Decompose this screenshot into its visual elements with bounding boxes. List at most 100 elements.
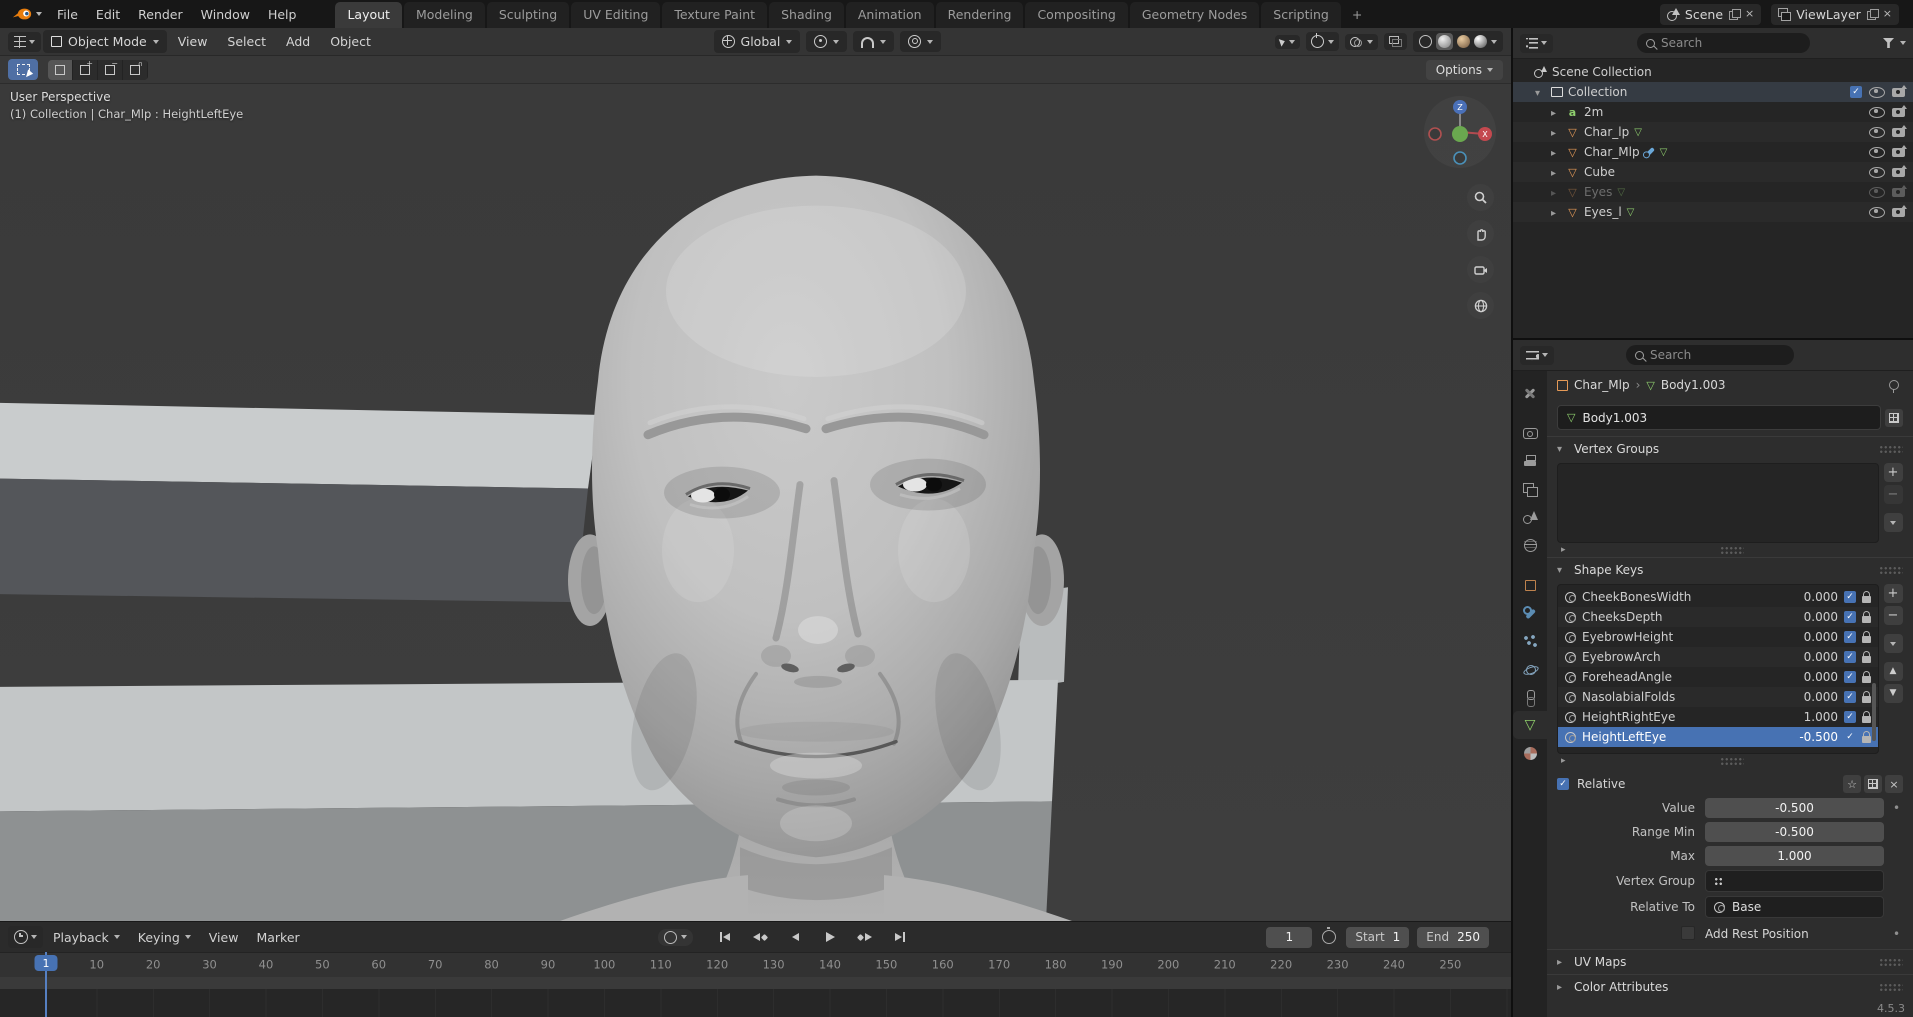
shape-key-row[interactable]: ForeheadAngle 0.000: [1558, 667, 1878, 687]
shape-key-mute-checkbox[interactable]: [1844, 711, 1856, 723]
properties-tab[interactable]: [1513, 627, 1547, 655]
outliner-row[interactable]: Eyes ▽: [1513, 182, 1913, 202]
outliner-row[interactable]: Char_Mlp ▽: [1513, 142, 1913, 162]
proportional-editing-dropdown[interactable]: [900, 31, 942, 52]
new-scene-icon[interactable]: [1729, 9, 1742, 20]
remove-shape-key-button[interactable]: −: [1883, 606, 1903, 625]
shape-key-row[interactable]: EyebrowArch 0.000: [1558, 647, 1878, 667]
move-shape-key-down-button[interactable]: ▼: [1883, 684, 1903, 703]
viewport-menu-item[interactable]: Select: [218, 30, 275, 53]
datablock-name-field[interactable]: ▽ Body1.003: [1557, 405, 1881, 430]
shape-key-mute-checkbox[interactable]: [1844, 691, 1856, 703]
lock-icon[interactable]: [1862, 691, 1871, 703]
expand-icon[interactable]: [1551, 125, 1561, 139]
pivot-point-dropdown[interactable]: [806, 31, 848, 52]
shape-key-row[interactable]: EyebrowHeight 0.000: [1558, 627, 1878, 647]
blender-app-menu[interactable]: [6, 7, 48, 21]
properties-tab[interactable]: [1513, 571, 1547, 599]
animate-decorator-icon[interactable]: [1890, 801, 1903, 815]
relative-checkbox[interactable]: [1557, 778, 1569, 790]
select-mode-subtract[interactable]: [98, 59, 123, 80]
workspace-tab[interactable]: UV Editing: [571, 2, 661, 28]
hide-in-viewport-toggle[interactable]: [1869, 126, 1885, 138]
rendered-shading-button[interactable]: [1474, 35, 1487, 48]
timeline-menu-item[interactable]: Playback: [45, 926, 128, 949]
toggle-projection-button[interactable]: [1467, 292, 1494, 319]
workspace-tab[interactable]: Texture Paint: [662, 2, 768, 28]
timeline-tracks[interactable]: [0, 977, 1511, 1017]
gizmo-minus-x-axis[interactable]: [1428, 127, 1442, 141]
lock-icon[interactable]: [1862, 651, 1871, 663]
value-slider[interactable]: -0.500: [1705, 798, 1884, 818]
viewport-menu-item[interactable]: Add: [277, 30, 319, 53]
active-tool-button[interactable]: [8, 59, 38, 80]
new-viewlayer-icon[interactable]: [1866, 9, 1879, 20]
viewport-menu-item[interactable]: View: [169, 30, 217, 53]
disable-in-render-toggle[interactable]: [1892, 164, 1907, 177]
panel-grip-icon[interactable]: [1879, 958, 1903, 966]
current-frame-field[interactable]: 1: [1266, 926, 1313, 948]
disable-in-render-toggle[interactable]: [1892, 124, 1907, 137]
shape-keys-section-header[interactable]: ▾ Shape Keys: [1547, 557, 1913, 582]
shape-key-row[interactable]: HeightLeftEye -0.500: [1558, 727, 1878, 747]
workspace-tab[interactable]: Modeling: [403, 2, 485, 28]
wireframe-shading-button[interactable]: [1419, 35, 1432, 48]
playhead-frame-badge[interactable]: 1: [34, 955, 58, 971]
remove-viewlayer-icon[interactable]: ×: [1883, 8, 1892, 19]
disable-in-render-toggle[interactable]: [1892, 144, 1907, 157]
add-vertex-group-button[interactable]: +: [1883, 463, 1903, 482]
start-frame-field[interactable]: Start 1: [1346, 926, 1410, 948]
shading-options-chevron[interactable]: [1491, 39, 1497, 44]
workspace-tab[interactable]: Shading: [769, 2, 844, 28]
select-mode-intersect[interactable]: [123, 59, 148, 80]
relative-to-field[interactable]: Base: [1705, 896, 1884, 918]
expand-icon[interactable]: [1551, 105, 1561, 119]
viewlayer-selector[interactable]: ViewLayer ×: [1771, 3, 1899, 25]
snapping-dropdown[interactable]: [853, 31, 895, 52]
topbar-menu-item[interactable]: Edit: [87, 3, 129, 26]
workspace-tab[interactable]: Animation: [845, 2, 934, 28]
properties-tab[interactable]: [1513, 531, 1547, 559]
selectability-dropdown[interactable]: [1275, 34, 1300, 49]
timeline-editor-type-button[interactable]: [8, 926, 43, 948]
outliner-row[interactable]: Scene Collection ▽: [1513, 62, 1913, 82]
outliner-row[interactable]: 2m ▽: [1513, 102, 1913, 122]
add-rest-position-checkbox[interactable]: [1681, 926, 1695, 940]
edit-mode-display-button[interactable]: [1864, 775, 1882, 793]
panel-grip-icon[interactable]: [1879, 566, 1903, 574]
jump-to-end-button[interactable]: [884, 927, 916, 947]
resize-grip-icon[interactable]: [1720, 546, 1745, 554]
workspace-tab[interactable]: Sculpting: [486, 2, 570, 28]
editor-type-button[interactable]: [8, 31, 41, 52]
shape-key-specials-button[interactable]: [1883, 634, 1903, 653]
color-attributes-section-header[interactable]: ▸ Color Attributes: [1547, 974, 1913, 999]
topbar-menu-item[interactable]: Help: [259, 3, 306, 26]
next-keyframe-button[interactable]: [849, 927, 881, 947]
shape-key-mute-checkbox[interactable]: [1844, 611, 1856, 623]
scene-selector[interactable]: Scene ×: [1659, 3, 1762, 25]
properties-tab[interactable]: [1513, 739, 1547, 767]
remove-vertex-group-button[interactable]: −: [1883, 485, 1903, 504]
shape-key-value[interactable]: -0.500: [1786, 730, 1838, 744]
shape-key-value[interactable]: 0.000: [1786, 610, 1838, 624]
disable-in-render-toggle[interactable]: [1892, 84, 1907, 97]
properties-tab[interactable]: [1513, 419, 1547, 447]
lock-icon[interactable]: [1862, 731, 1871, 743]
timeline-menu-item[interactable]: Marker: [248, 926, 307, 949]
shape-key-mute-checkbox[interactable]: [1844, 591, 1856, 603]
material-shading-button[interactable]: [1457, 35, 1470, 48]
uv-maps-section-header[interactable]: ▸ UV Maps: [1547, 949, 1913, 974]
outliner-editor-type-button[interactable]: [1520, 33, 1553, 53]
properties-tab[interactable]: [1513, 655, 1547, 683]
properties-tab[interactable]: [1513, 599, 1547, 627]
outliner-row[interactable]: Char_lp ▽: [1513, 122, 1913, 142]
shape-key-row[interactable]: HeightRightEye 1.000: [1558, 707, 1878, 727]
panel-grip-icon[interactable]: [1879, 983, 1903, 991]
workspace-tab[interactable]: Layout: [335, 2, 402, 28]
pin-shape-key-button[interactable]: [1843, 775, 1861, 793]
end-frame-field[interactable]: End 250: [1417, 926, 1490, 948]
breadcrumb-data[interactable]: Body1.003: [1661, 378, 1726, 392]
shape-key-row[interactable]: CheekBonesWidth 0.000: [1558, 587, 1878, 607]
zoom-button[interactable]: [1467, 184, 1494, 211]
shape-keys-list[interactable]: CheekBonesWidth 0.000 CheeksDepth 0.000: [1557, 584, 1879, 754]
